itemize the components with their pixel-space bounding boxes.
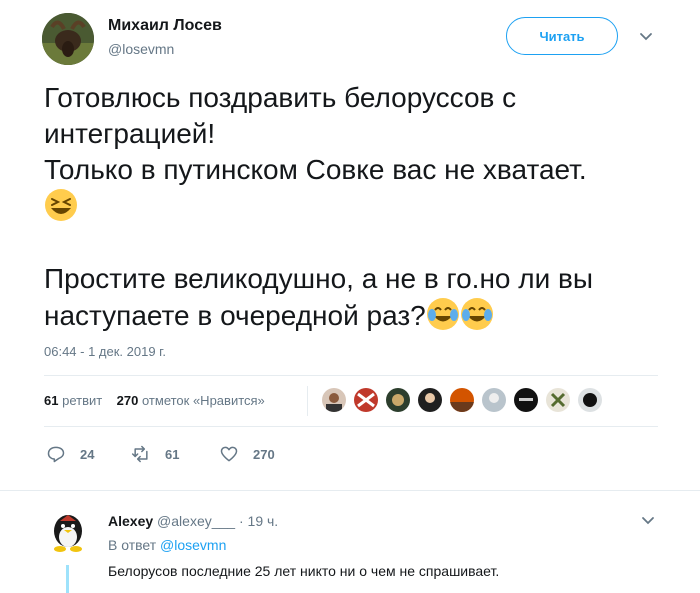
reply-text: Белорусов последние 25 лет никто ни о че… [108, 563, 500, 579]
liker-avatar[interactable] [514, 388, 538, 412]
likes-count[interactable]: 270 [117, 393, 139, 408]
retweet-action[interactable]: 61 [131, 444, 179, 464]
tweet-line-text: наступаете в очередной раз? [44, 300, 426, 331]
tweet-line: Только в путинском Совке вас не хватает. [44, 154, 587, 185]
laughing-emoji-line [44, 188, 664, 225]
reply-count[interactable]: 24 [80, 447, 94, 462]
tweet-line-with-emoji: наступаете в очередной раз? [44, 297, 664, 334]
reply-author-avatar[interactable] [42, 507, 94, 559]
divider [44, 426, 658, 427]
thread-line [66, 565, 69, 593]
tears-of-joy-icon [426, 297, 460, 331]
follow-button[interactable]: Читать [506, 17, 618, 55]
liker-avatar[interactable] [578, 388, 602, 412]
author-handle[interactable]: @losevmn [108, 41, 174, 57]
divider [44, 375, 658, 376]
liker-avatar[interactable] [418, 388, 442, 412]
stats-separator [307, 386, 308, 416]
engagement-stats: 61 ретвит 270 отметок «Нравится» [44, 393, 265, 408]
likes-label[interactable]: отметок «Нравится» [142, 393, 265, 408]
reply-to-prefix: В ответ [108, 537, 157, 553]
reply-author-handle[interactable]: @alexey___ [157, 513, 235, 529]
author-avatar[interactable] [42, 13, 94, 65]
author-name[interactable]: Михаил Лосев [108, 17, 222, 35]
tears-of-joy-icon [460, 297, 494, 331]
reply-icon[interactable] [46, 444, 66, 464]
reply-author-line: Alexey @alexey___ · 19 ч. [108, 513, 278, 529]
tweet-line: интеграцией! [44, 118, 216, 149]
tweet-timestamp[interactable]: 06:44 - 1 дек. 2019 г. [44, 344, 166, 359]
chevron-down-icon[interactable] [640, 512, 656, 528]
chevron-down-icon[interactable] [638, 28, 654, 44]
retweet-count[interactable]: 61 [165, 447, 179, 462]
like-action[interactable]: 270 [219, 444, 275, 464]
liker-avatar[interactable] [546, 388, 570, 412]
reply-author-name[interactable]: Alexey [108, 513, 153, 529]
tweet-text: Готовлюсь поздравить белоруссов с интегр… [44, 80, 664, 334]
retweets-label[interactable]: ретвит [62, 393, 102, 408]
retweets-count[interactable]: 61 [44, 393, 58, 408]
reply-to-line: В ответ @losevmn [108, 537, 226, 553]
liker-avatar[interactable] [322, 388, 346, 412]
retweet-icon[interactable] [131, 444, 151, 464]
section-divider [0, 490, 700, 491]
like-count[interactable]: 270 [253, 447, 275, 462]
liker-avatar[interactable] [450, 388, 474, 412]
reply-time[interactable]: · 19 ч. [239, 513, 278, 529]
liker-avatar[interactable] [386, 388, 410, 412]
reply-action[interactable]: 24 [46, 444, 94, 464]
heart-icon[interactable] [219, 444, 239, 464]
liker-avatar[interactable] [482, 388, 506, 412]
liker-avatar[interactable] [354, 388, 378, 412]
grinning-squinting-face-icon [44, 188, 78, 222]
tweet-line: Готовлюсь поздравить белоруссов с [44, 82, 517, 113]
tweet-line: Простите великодушно, а не в го.но ли вы [44, 263, 594, 294]
reply-to-handle-link[interactable]: @losevmn [160, 537, 226, 553]
